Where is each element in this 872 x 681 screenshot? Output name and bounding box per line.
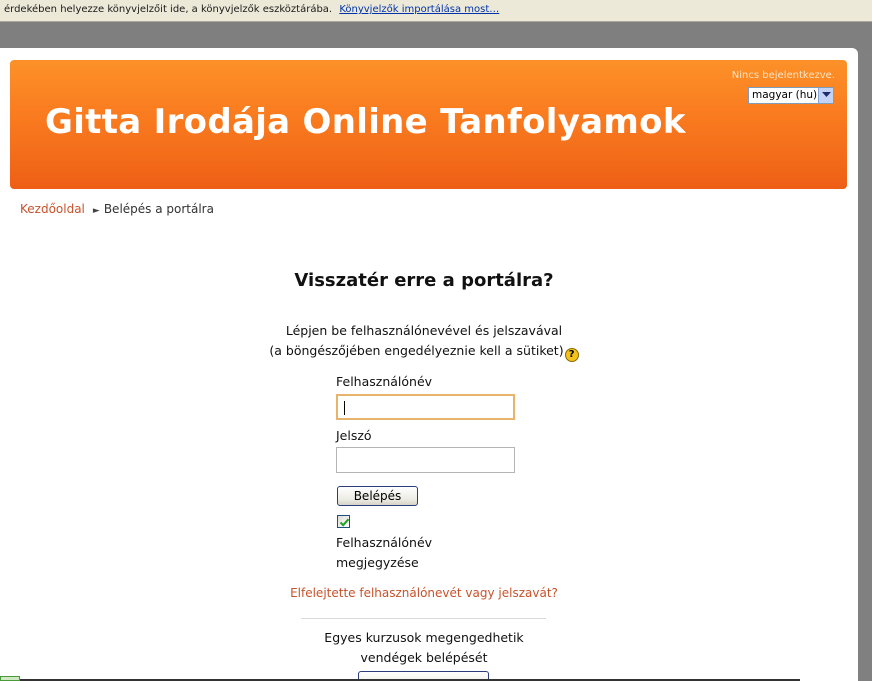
help-icon[interactable]: ?	[564, 348, 579, 362]
site-title: Gitta Irodája Online Tanfolyamok	[45, 102, 686, 142]
guest-access-info: Egyes kurzusok megengedhetik vendégek be…	[0, 628, 848, 668]
desc-line-1: Lépjen be felhasználónevével és jelszavá…	[285, 323, 563, 338]
remember-username-label: Felhasználónév megjegyzése	[336, 533, 456, 573]
text-caret	[344, 401, 345, 415]
remember-line-2: megjegyzése	[336, 555, 419, 570]
login-heading: Visszatér erre a portálra?	[294, 270, 554, 291]
bookmark-message: érdekében helyezze könyvjelzőit ide, a k…	[4, 4, 333, 15]
site-header: Nincs bejelentkezve. magyar (hu) Gitta I…	[10, 60, 847, 189]
divider	[301, 618, 546, 619]
guest-line-2: vendégek belépését	[360, 650, 488, 665]
username-label: Felhasználónév	[336, 374, 433, 389]
bookmark-notification-bar: érdekében helyezze könyvjelzőit ide, a k…	[0, 0, 872, 22]
password-input[interactable]	[336, 447, 515, 473]
username-input[interactable]	[336, 394, 515, 420]
language-select[interactable]: magyar (hu)	[748, 87, 834, 104]
language-value: magyar (hu)	[752, 89, 818, 101]
login-status: Nincs bejelentkezve.	[731, 70, 835, 81]
statusbar-icon	[0, 676, 20, 681]
page-content: Nincs bejelentkezve. magyar (hu) Gitta I…	[0, 48, 858, 681]
browser-background	[0, 23, 872, 50]
breadcrumb-home-link[interactable]: Kezdőoldal	[20, 202, 85, 216]
chevron-down-icon[interactable]	[818, 88, 833, 103]
import-bookmarks-link[interactable]: Könyvjelzők importálása most…	[339, 4, 499, 15]
cookie-note: (a böngészőjében engedélyeznie kell a sü…	[269, 343, 564, 358]
breadcrumb-current: Belépés a portálra	[103, 202, 214, 216]
forgot-password-link[interactable]: Elfelejtette felhasználónevét vagy jelsz…	[0, 586, 848, 600]
password-label: Jelszó	[336, 428, 372, 443]
guest-line-1: Egyes kurzusok megengedhetik	[324, 630, 524, 645]
check-icon	[339, 518, 350, 527]
desc-line-2: (a böngészőjében engedélyeznie kell a sü…	[0, 341, 848, 362]
remember-line-1: Felhasználónév	[336, 535, 433, 550]
breadcrumb: Kezdőoldal ► Belépés a portálra	[20, 202, 214, 216]
breadcrumb-arrow-icon: ►	[92, 206, 100, 216]
login-description: Lépjen be felhasználónevével és jelszavá…	[0, 321, 848, 362]
login-button[interactable]: Belépés	[337, 486, 418, 506]
remember-username-checkbox[interactable]	[337, 515, 350, 528]
